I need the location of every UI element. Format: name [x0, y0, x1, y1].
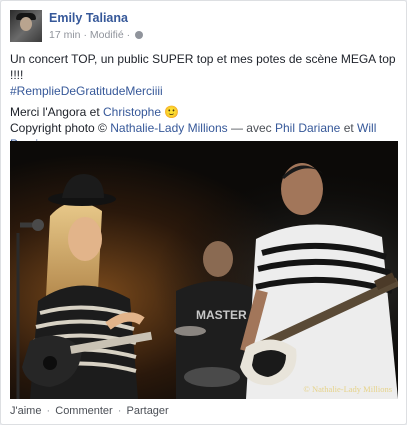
action-separator: · [46, 405, 51, 417]
photo-watermark: © Nathalie-Lady Millions [303, 384, 392, 394]
mention-photographer[interactable]: Nathalie-Lady Millions [110, 121, 227, 135]
post-line: Un concert TOP, un public SUPER top et m… [10, 52, 396, 82]
like-button[interactable]: J'aime [10, 405, 41, 417]
author-name[interactable]: Emily Taliana [49, 11, 128, 25]
globe-icon[interactable] [135, 31, 144, 39]
merci-text: Merci l'Angora et [10, 105, 103, 119]
action-separator: · [117, 405, 122, 417]
post-meta: 17 min · Modifié · [49, 29, 144, 41]
hashtag-link[interactable]: #RemplieDeGratitudeMerciiii [10, 84, 163, 98]
mention-phil[interactable]: Phil Dariane [275, 121, 340, 135]
post-card: Emily Taliana 17 min · Modifié · Un conc… [0, 0, 407, 425]
post-actions: J'aime · Commenter · Partager [10, 405, 169, 417]
avatar-face [20, 17, 32, 31]
share-button[interactable]: Partager [127, 405, 169, 417]
et-text: et [340, 121, 358, 135]
edited-label[interactable]: Modifié [90, 29, 124, 41]
avec-text: — avec [227, 121, 275, 135]
concert-photo-illustration: MASTER [10, 141, 398, 399]
copyright-text: Copyright photo © [10, 121, 111, 135]
meta-separator: · [83, 29, 87, 41]
post-photo[interactable]: MASTER © Nathalie-Lady Millions [10, 141, 398, 399]
comment-button[interactable]: Commenter [55, 405, 112, 417]
post-time[interactable]: 17 min [49, 29, 81, 41]
meta-separator: · [126, 29, 131, 41]
shirt-text: MASTER [196, 308, 247, 322]
author-avatar[interactable] [10, 10, 42, 42]
mention-christophe[interactable]: Christophe [103, 105, 161, 119]
smiley-emoji: 🙂 [164, 105, 180, 119]
post-paragraph: Un concert TOP, un public SUPER top et m… [10, 51, 398, 99]
